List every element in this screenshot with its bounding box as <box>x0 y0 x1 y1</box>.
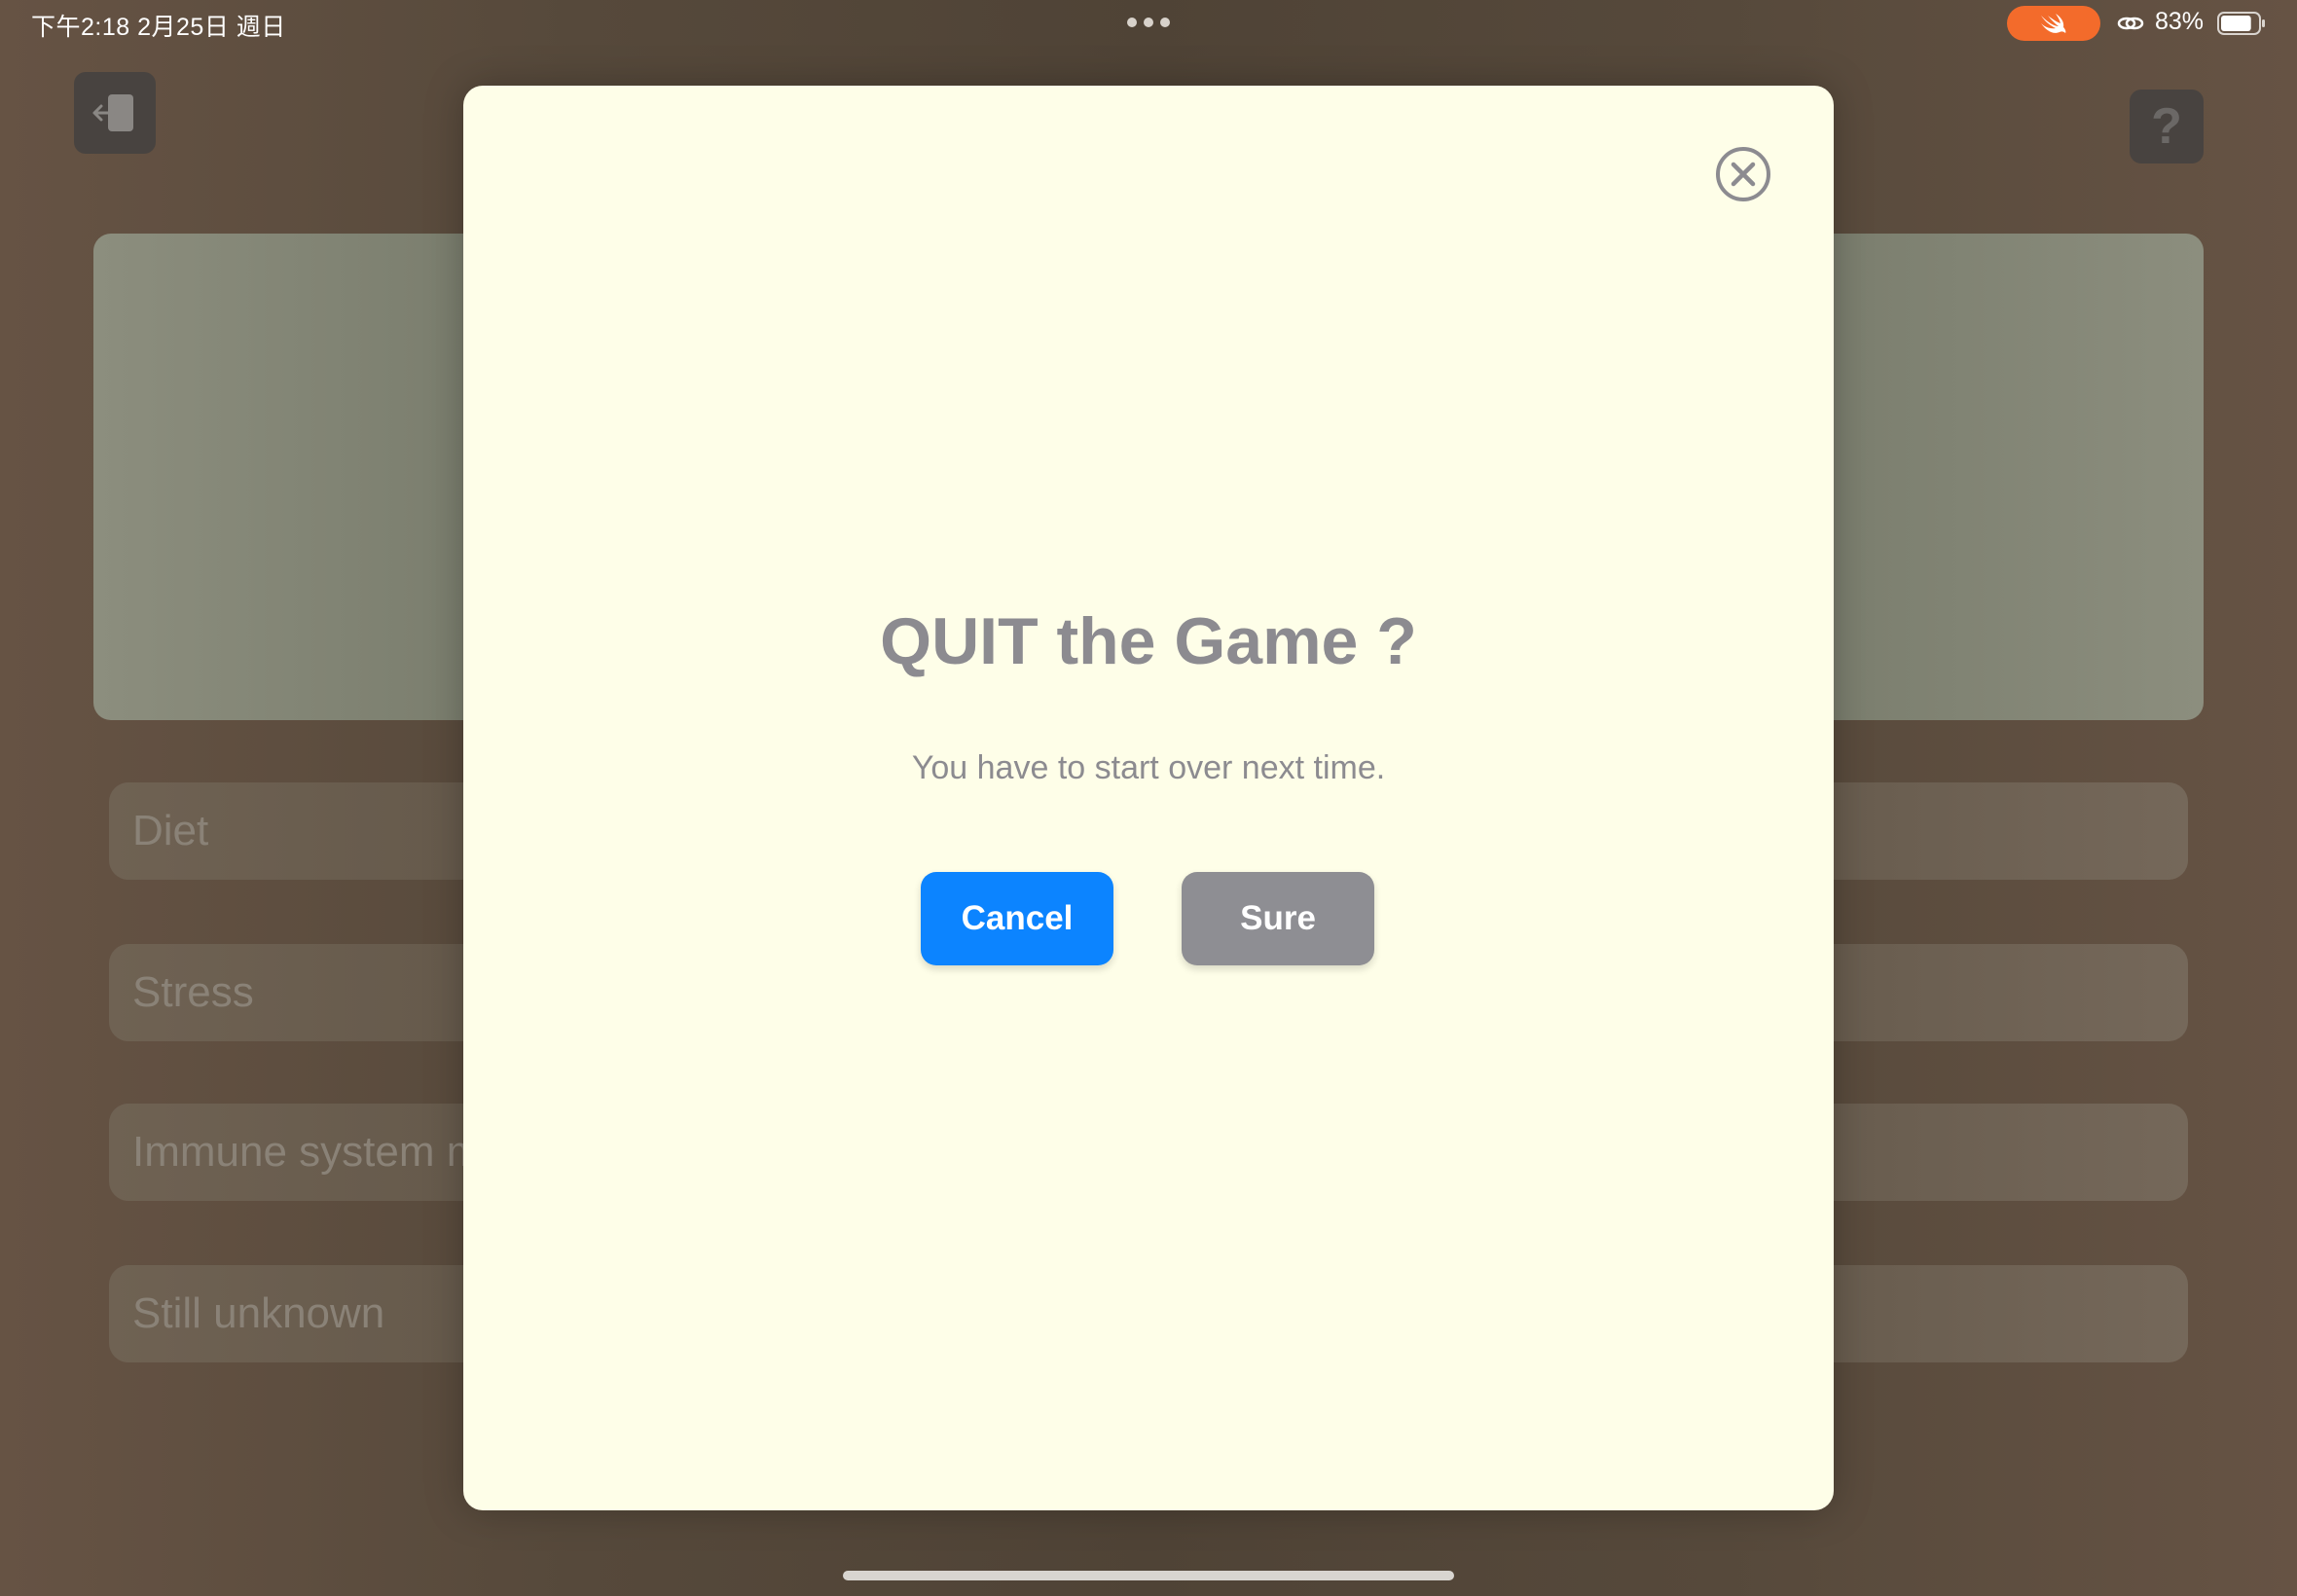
cancel-button[interactable]: Cancel <box>921 872 1113 965</box>
battery-percent: 83% <box>2155 8 2205 35</box>
home-indicator[interactable] <box>843 1571 1454 1580</box>
status-time-date: 下午2:18 2月25日 週日 <box>31 14 286 41</box>
swift-playgrounds-pill[interactable] <box>2007 6 2100 41</box>
close-button[interactable] <box>1715 146 1771 202</box>
quit-dialog: QUIT the Game ? You have to start over n… <box>463 86 1834 1510</box>
close-circle-icon <box>1716 147 1770 201</box>
multitasking-dots-icon[interactable] <box>1127 18 1170 27</box>
battery-icon <box>2217 12 2265 35</box>
dialog-message: You have to start over next time. <box>911 749 1386 786</box>
dialog-title: QUIT the Game ? <box>880 604 1417 678</box>
status-bar: 下午2:18 2月25日 週日 83% <box>0 0 2297 47</box>
swift-icon <box>2041 14 2066 33</box>
help-button[interactable]: ? <box>2130 90 2204 163</box>
exit-door-icon <box>92 94 133 131</box>
exit-button[interactable] <box>74 72 156 154</box>
sure-button[interactable]: Sure <box>1182 872 1374 965</box>
link-icon <box>2117 17 2144 30</box>
